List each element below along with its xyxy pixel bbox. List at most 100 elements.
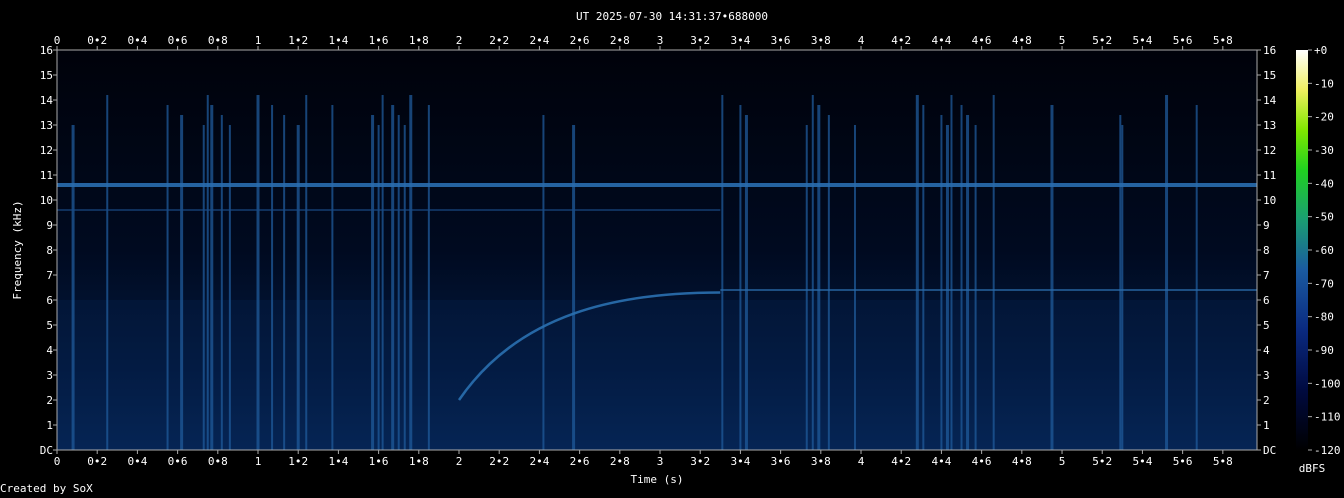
x-tick-label: 0 [54,455,61,468]
x-tick-label-top: 4 [858,34,865,47]
x-axis-top: 0 0•2 0•4 0•6 0•8 1 1•2 1•4 1•6 1•8 2 2•2 2•4 2•6 2•8 3… [54,34,1233,50]
x-tick-label-top: 1•2 [288,34,308,47]
colorbar-tick-label: -60 [1314,244,1334,257]
y-tick-label-right: 8 [1263,244,1270,257]
y-tick-label-right: 15 [1263,69,1276,82]
x-tick-label: 5•4 [1132,455,1152,468]
spectrogram-chart: UT 2025-07-30 14:31:37•688000 0 0•2 0•4 0•6… [11,10,1341,486]
x-tick-label: 3•2 [690,455,710,468]
y-axis-left: DC12345678910111213141516 [40,44,57,457]
x-tick-label: 1•8 [409,455,429,468]
x-tick-label-top: 1•4 [328,34,348,47]
x-tick-label-top: 4•6 [972,34,992,47]
x-tick-label-top: 5•8 [1213,34,1233,47]
y-tick-label-right: 14 [1263,94,1277,107]
y-tick-label-right: 13 [1263,119,1276,132]
x-tick-label-top: 3•2 [690,34,710,47]
x-tick-label: 5 [1059,455,1066,468]
x-axis-label: Time (s) [631,473,684,486]
colorbar-tick-label: -100 [1314,377,1341,390]
x-tick-label-top: 0•4 [127,34,147,47]
y-tick-label-right: 12 [1263,144,1276,157]
y-tick-label: 2 [46,394,53,407]
x-tick-label: 1•6 [369,455,389,468]
x-tick-label: 0•8 [208,455,228,468]
y-tick-label: 7 [46,269,53,282]
x-tick-label-top: 3•6 [771,34,791,47]
x-tick-label: 1•2 [288,455,308,468]
x-tick-label-top: 2 [456,34,463,47]
x-tick-label: 3 [657,455,664,468]
y-axis-right: DC12345678910111213141516 [1257,44,1277,457]
x-tick-label-top: 2•6 [570,34,590,47]
x-tick-label-top: 4•4 [931,34,951,47]
x-tick-label-top: 2•4 [529,34,549,47]
x-tick-label: 4•6 [972,455,992,468]
y-tick-label: 4 [46,344,53,357]
x-tick-label: 1 [255,455,262,468]
y-tick-label: DC [40,444,53,457]
x-tick-label: 0•6 [168,455,188,468]
colorbar-tick-label: +0 [1314,44,1327,57]
y-tick-label: 8 [46,244,53,257]
y-axis-label: Frequency (kHz) [11,200,24,299]
x-tick-label: 4•4 [931,455,951,468]
x-tick-label-top: 0•8 [208,34,228,47]
colorbar-tick-label: -80 [1314,311,1334,324]
colorbar-tick-label: -30 [1314,144,1334,157]
y-tick-label: 6 [46,294,53,307]
y-tick-label-right: 5 [1263,319,1270,332]
y-tick-label-right: DC [1263,444,1276,457]
sox-credit: Created by SoX [0,482,93,495]
x-tick-label-top: 0•2 [87,34,107,47]
x-tick-label-top: 0•6 [168,34,188,47]
colorbar-gradient [1296,50,1308,450]
x-tick-label: 5•6 [1173,455,1193,468]
y-tick-label: 5 [46,319,53,332]
colorbar-tick-label: -50 [1314,211,1334,224]
y-tick-label: 3 [46,369,53,382]
y-tick-label-right: 11 [1263,169,1276,182]
y-tick-label: 16 [40,44,53,57]
colorbar-tick-label: -90 [1314,344,1334,357]
x-tick-label-top: 4•8 [1012,34,1032,47]
x-tick-label: 3•8 [811,455,831,468]
x-tick-label-top: 1•8 [409,34,429,47]
x-tick-label: 4•8 [1012,455,1032,468]
x-tick-label-top: 0 [54,34,61,47]
y-tick-label: 9 [46,219,53,232]
y-tick-label-right: 16 [1263,44,1276,57]
x-tick-label: 0•4 [127,455,147,468]
x-tick-label: 3•4 [730,455,750,468]
x-tick-label-top: 4•2 [891,34,911,47]
y-tick-label: 1 [46,419,53,432]
y-tick-label-right: 6 [1263,294,1270,307]
y-tick-label: 10 [40,194,53,207]
colorbar-tick-label: -70 [1314,277,1334,290]
y-tick-label-right: 7 [1263,269,1270,282]
x-tick-label-top: 3•8 [811,34,831,47]
x-tick-label-top: 1•6 [369,34,389,47]
x-tick-label-top: 3•4 [730,34,750,47]
x-tick-label-top: 3 [657,34,664,47]
y-tick-label: 11 [40,169,53,182]
colorbar-label: dBFS [1299,462,1326,475]
x-tick-label: 4•2 [891,455,911,468]
x-tick-label: 2•4 [529,455,549,468]
y-tick-label: 15 [40,69,53,82]
y-tick-label: 13 [40,119,53,132]
x-tick-label-top: 5•4 [1132,34,1152,47]
x-tick-label: 0•2 [87,455,107,468]
x-axis-bottom: 0 0•2 0•4 0•6 0•8 1 1•2 1•4 1•6 1•8 2 2•2 2•4 2•6 2•8 3… [54,450,1233,468]
x-tick-label-top: 5•2 [1092,34,1112,47]
x-tick-label: 2•2 [489,455,509,468]
colorbar-tick-label: -120 [1314,444,1341,457]
x-tick-label: 5•8 [1213,455,1233,468]
x-tick-label: 2 [456,455,463,468]
y-tick-label-right: 9 [1263,219,1270,232]
x-tick-label: 5•2 [1092,455,1112,468]
noise-floor-band [57,300,1257,450]
y-tick-label-right: 3 [1263,369,1270,382]
colorbar-tick-label: -110 [1314,411,1341,424]
y-tick-label: 12 [40,144,53,157]
